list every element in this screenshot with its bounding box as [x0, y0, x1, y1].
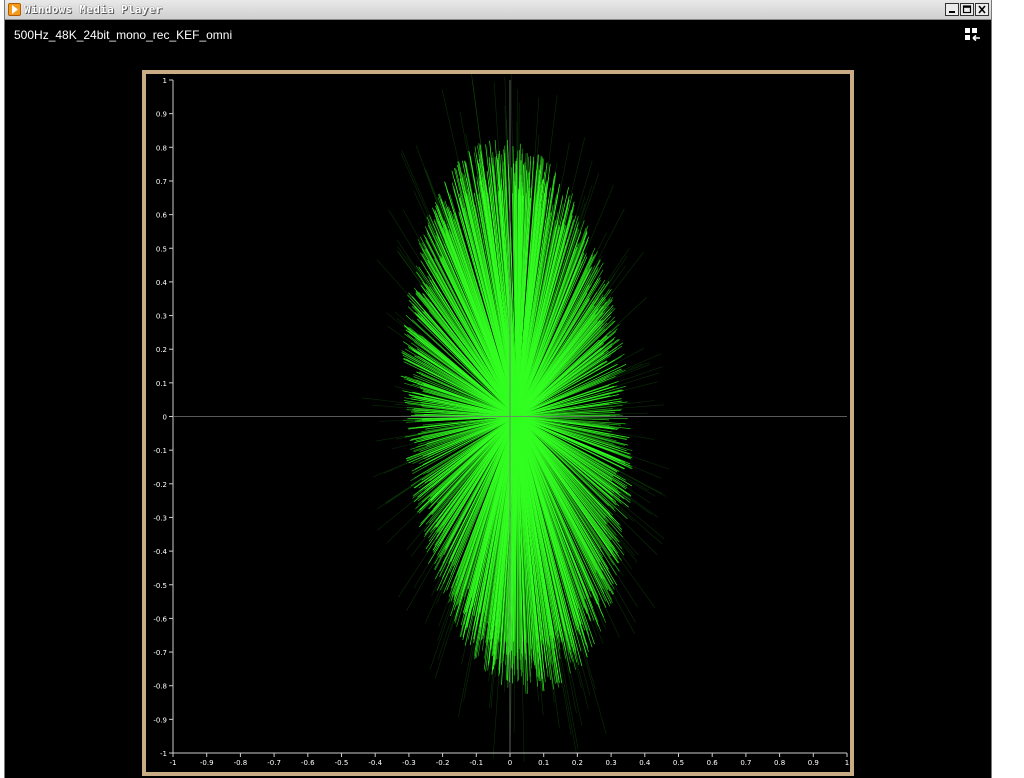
x-tick-label: 0.2 [572, 759, 583, 767]
x-tick-label: -0.3 [402, 759, 416, 767]
phase-scope-chart: 1 0.9 0.8 0.7 0.6 0.5 0.4 0.3 0.2 0.1 0 -0.1 -0.2 -0.… [153, 64, 849, 767]
x-tick-label: -0.2 [436, 759, 450, 767]
media-player-window: Windows Media Player 500Hz_48K_24bit_mon… [4, 0, 992, 778]
x-tick-label: 0.9 [808, 759, 819, 767]
switch-to-compact-mode-icon[interactable] [963, 26, 983, 44]
trace-lines [361, 64, 669, 762]
x-tick-label: 0.5 [673, 759, 684, 767]
y-tick-label: 1 [163, 77, 167, 85]
y-tick-label: -0.3 [153, 514, 167, 522]
y-tick-label: -0.5 [153, 582, 167, 590]
x-tick-label: 0.1 [538, 759, 549, 767]
x-tick-label: -0.5 [335, 759, 349, 767]
x-tick-label: 0.6 [707, 759, 719, 767]
y-tick-label: -1 [160, 750, 167, 758]
x-tick-label: -0.4 [368, 759, 382, 767]
y-tick-label: -0.6 [153, 615, 167, 623]
visualization-frame: 1 0.9 0.8 0.7 0.6 0.5 0.4 0.3 0.2 0.1 0 -0.1 -0.2 -0.… [142, 64, 854, 776]
y-tick-label: 0.6 [156, 212, 168, 220]
x-tick-label: -0.9 [200, 759, 214, 767]
x-tick-label: 0.7 [740, 759, 751, 767]
y-tick-label: 0.7 [156, 178, 167, 186]
y-tick-label: 0.2 [156, 346, 167, 354]
y-tick-label: -0.8 [153, 683, 167, 691]
y-tick-label: 0.3 [156, 313, 167, 321]
y-tick-label: 0.8 [156, 144, 167, 152]
y-tick-label: 0.4 [156, 279, 168, 287]
y-tick-label: -0.7 [153, 649, 167, 657]
x-tick-label: -0.1 [469, 759, 483, 767]
close-button[interactable] [975, 3, 989, 16]
y-tick-label: -0.1 [153, 447, 167, 455]
maximize-button[interactable] [960, 3, 974, 16]
x-tick-label: 1 [845, 759, 849, 767]
title-bar[interactable]: Windows Media Player [5, 0, 991, 20]
now-playing-title: 500Hz_48K_24bit_mono_rec_KEF_omni [14, 28, 233, 42]
y-tick-label: -0.4 [153, 548, 167, 556]
minimize-button[interactable] [945, 3, 959, 16]
x-tick-label: 0.4 [639, 759, 651, 767]
media-player-icon [8, 3, 21, 16]
y-tick-label: 0.5 [156, 245, 167, 253]
x-tick-label: -0.6 [301, 759, 315, 767]
x-tick-label: 0.3 [606, 759, 617, 767]
x-tick-label: -0.8 [234, 759, 248, 767]
x-tick-label: -1 [170, 759, 177, 767]
y-tick-label: -0.9 [153, 716, 167, 724]
x-tick-label: 0 [508, 759, 512, 767]
y-tick-label: 0.9 [156, 111, 167, 119]
y-tick-label: 0.1 [156, 380, 167, 388]
y-tick-label: 0 [163, 414, 167, 422]
window-title: Windows Media Player [24, 3, 163, 16]
x-tick-label: 0.8 [774, 759, 785, 767]
x-tick-label: -0.7 [267, 759, 281, 767]
y-tick-label: -0.2 [153, 481, 167, 489]
